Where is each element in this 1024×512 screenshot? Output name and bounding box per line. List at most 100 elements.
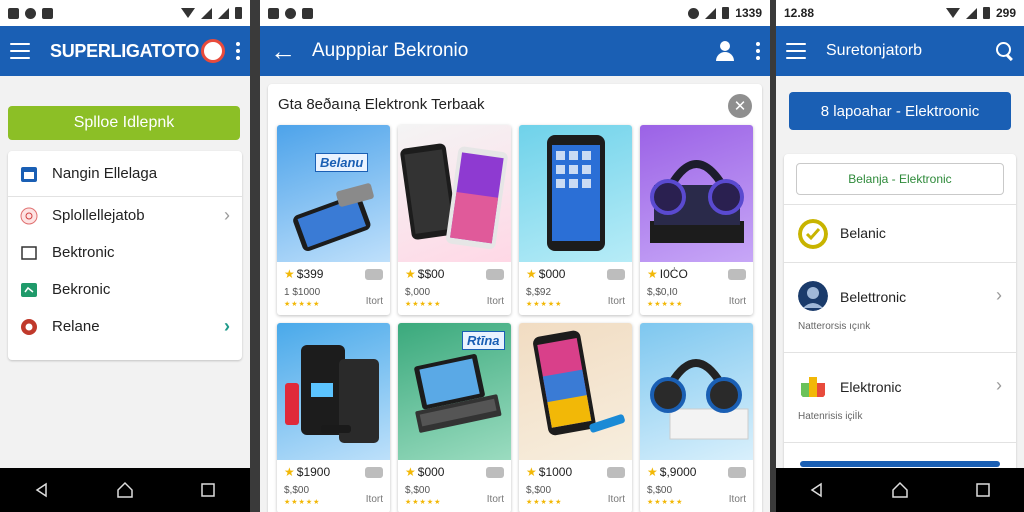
menu-item-splollellejatob[interactable]: Splollellejatob ›	[8, 197, 242, 234]
chevron-right-icon: ›	[224, 316, 230, 336]
chevron-right-icon: ›	[996, 375, 1002, 395]
primary-green-button[interactable]: Splloe Idlepnk	[8, 106, 240, 140]
cart-icon[interactable]	[365, 268, 383, 280]
product-card[interactable]: Rtīna ★ $000 $,$00 ★★★★★ Itort	[398, 323, 511, 512]
product-sold: Itort	[607, 494, 625, 505]
app-bar: SUPERLIGATOTO	[0, 26, 250, 76]
product-image	[640, 323, 753, 460]
product-meta: ★ I0ĊO $,$0,I0 ★★★★★ Itort	[640, 262, 753, 315]
cart-icon[interactable]	[607, 466, 625, 478]
price-row: ★ $000	[405, 465, 504, 479]
cart-icon[interactable]	[365, 466, 383, 478]
shop-icon	[20, 207, 38, 224]
cart-icon[interactable]	[486, 268, 504, 280]
product-card[interactable]: ★ $,9000 $,$00 ★★★★★ Itort	[640, 323, 753, 512]
signal-icon-2	[218, 7, 229, 19]
price-value: I0ĊO	[659, 267, 688, 281]
green-box-icon	[21, 282, 37, 297]
screen-left: SUPERLIGATOTO Splloe Idlepnk Nangin Elle…	[0, 0, 250, 512]
list-item-elektronic[interactable]: Elektronic Hatenrisis içiİk ›	[784, 352, 1016, 442]
list-item-sub: Natterorsis ıçınk	[798, 321, 871, 332]
search-icon[interactable]	[996, 42, 1014, 60]
battery-icon	[982, 7, 990, 19]
menu-card: Nangin Ellelaga Splollellejatob › Bektro…	[8, 151, 242, 360]
price-value: $000	[538, 267, 566, 281]
list-item-label: Elektronic	[840, 379, 902, 395]
home-nav-icon[interactable]	[113, 478, 137, 502]
list-item-label: Belanic	[840, 225, 886, 241]
status-right-time: 299	[995, 6, 1016, 20]
menu-item-label: Bekronic	[52, 281, 111, 298]
chevron-right-icon: ›	[224, 205, 230, 225]
product-card[interactable]: ★ $000 $,$92 ★★★★★ Itort	[519, 125, 632, 315]
more-options-icon[interactable]	[756, 42, 760, 60]
product-sold: Itort	[728, 494, 746, 505]
account-icon[interactable]	[714, 40, 736, 62]
primary-blue-button[interactable]: 8 lapoahar - Elektroonic	[789, 92, 1011, 130]
star-icon: ★	[284, 267, 295, 281]
star-icon: ★	[526, 465, 537, 479]
category-chip[interactable]: Belanja - Elektronic	[796, 163, 1004, 195]
panel-title: Gta 8eðaınạ Elektronk Terbaak	[278, 96, 485, 113]
list-item-label: Belettronic	[840, 289, 907, 305]
product-price: ★ $000	[405, 465, 444, 479]
price-row: ★ I0ĊO	[647, 267, 746, 281]
cart-icon[interactable]	[728, 268, 746, 280]
product-card[interactable]: ★ $1900 $,$00 ★★★★★ Itort	[277, 323, 390, 512]
product-sold: Itort	[728, 296, 746, 307]
product-card[interactable]: Belanu ★ $399 1 $1000 ★★★★★ Itort	[277, 125, 390, 315]
product-price: ★ $1000	[526, 465, 572, 479]
product-price: ★ $399	[284, 267, 323, 281]
price-value: $1900	[296, 465, 331, 479]
back-nav-icon[interactable]	[805, 478, 829, 502]
cart-icon[interactable]	[486, 466, 504, 478]
price-value: $399	[296, 267, 324, 281]
menu-item-bektronic[interactable]: Bektronic	[8, 234, 242, 271]
wifi-icon	[945, 8, 960, 18]
star-icon: ★	[647, 465, 658, 479]
list-item-belettronic[interactable]: Belettronic Natterorsis ıçınk ›	[784, 262, 1016, 352]
hamburger-menu-icon[interactable]	[786, 43, 806, 59]
back-arrow-icon[interactable]: ←	[270, 38, 296, 64]
app-bar: ← Aupppiar Bekronio	[260, 26, 770, 76]
price-value: $000	[417, 465, 445, 479]
more-options-icon[interactable]	[236, 42, 240, 60]
product-card[interactable]: ★ $1000 $,$00 ★★★★★ Itort	[519, 323, 632, 512]
product-meta: ★ $1900 $,$00 ★★★★★ Itort	[277, 460, 390, 512]
menu-item-relane[interactable]: Relane ›	[8, 308, 242, 345]
menu-item-nangin[interactable]: Nangin Ellelaga	[8, 151, 242, 197]
cart-icon[interactable]	[607, 268, 625, 280]
hamburger-menu-icon[interactable]	[10, 43, 30, 59]
product-card[interactable]: ★ I0ĊO $,$0,I0 ★★★★★ Itort	[640, 125, 753, 315]
price-row: ★ $1000	[526, 465, 625, 479]
status-bar: 12.88 299	[776, 0, 1024, 26]
price-row: ★ $399	[284, 267, 383, 281]
list-item-sub: Hatenrisis içiİk	[798, 411, 863, 422]
check-icon	[798, 219, 828, 249]
recents-nav-icon[interactable]	[971, 478, 995, 502]
system-nav-bar	[776, 468, 1024, 512]
product-image	[398, 125, 511, 262]
home-nav-icon[interactable]	[888, 478, 912, 502]
product-sold: Itort	[607, 296, 625, 307]
product-image-label: Belanu	[315, 153, 369, 172]
wifi-icon	[181, 8, 195, 18]
close-icon[interactable]: ✕	[728, 94, 752, 118]
system-nav-bar	[0, 468, 250, 512]
list-item-belanic[interactable]: Belanic	[784, 204, 1016, 262]
product-image	[519, 323, 632, 460]
cart-icon[interactable]	[728, 466, 746, 478]
battery-icon	[235, 7, 242, 19]
signal-icon	[201, 7, 212, 19]
app-title: SUPERLIGATOTO	[50, 40, 200, 61]
product-image	[277, 323, 390, 460]
product-panel: Gta 8eðaınạ Elektronk Terbaak ✕ Belanu ★ $…	[268, 84, 762, 512]
recents-nav-icon[interactable]	[196, 478, 220, 502]
product-image	[640, 125, 753, 262]
menu-item-bekronic[interactable]: Bekronic	[8, 271, 242, 308]
product-card[interactable]: ★ $$00 $,000 ★★★★★ Itort	[398, 125, 511, 315]
price-row: ★ $,9000	[647, 465, 746, 479]
price-value: $$00	[417, 267, 445, 281]
avatar-icon	[798, 281, 828, 311]
back-nav-icon[interactable]	[30, 478, 54, 502]
